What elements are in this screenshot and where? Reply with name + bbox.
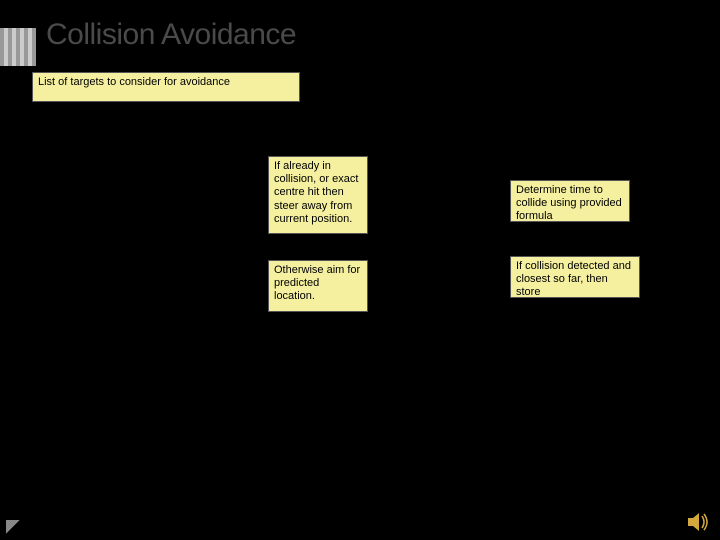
code-line: closest. Time, . . . ); (12, 431, 146, 447)
code-line: } (378, 451, 399, 467)
callout-time-to-collide: Determine time to collide using provided… (510, 180, 630, 222)
callout-closest-store: If collision detected and closest so far… (510, 256, 640, 298)
code-line: float min. Sep = (378, 262, 483, 278)
code-line: Vector rel. Pos = (378, 10, 489, 26)
code-line: float time. To. Collide (378, 178, 516, 194)
code-line: closest. Dist (140, 179, 225, 195)
code-line: } (378, 472, 387, 488)
code-line: return Evade( source. position, . . . ); (12, 347, 259, 363)
code-line: source. velocity * (12, 410, 154, 426)
code-line: target. position – source. position; (378, 31, 615, 47)
code-line: Vector rel. Vel = (378, 52, 484, 68)
code-line: if( closest. Target == null ) return; (12, 263, 228, 279)
code-line: target. velocity – source. velocity; (378, 73, 612, 89)
code-line: = null; (163, 137, 206, 153)
code-line: Object (12, 137, 62, 153)
callout-collision-steer: If already in collision, or exact centre… (268, 156, 368, 234)
callout-targets-list: List of targets to consider for avoidanc… (32, 72, 300, 102)
code-line: closest. Sep (47, 179, 132, 195)
code-line: // Store closest. Target, (378, 409, 546, 425)
code-block-right: Vector rel. Pos = target. position – sou… (378, 8, 718, 491)
code-line: closest. Target (62, 137, 163, 153)
code-line: = float. max; (139, 158, 222, 174)
page-corner-icon (6, 520, 20, 534)
code-line: float rel. Distance = rel. Pos. length()… (378, 136, 621, 152)
sound-icon[interactable] (688, 512, 712, 532)
code-line: , (132, 179, 140, 195)
code-line: float (12, 158, 47, 174)
code-line: // Determine closest target (12, 221, 197, 237)
callout-predicted-location: Otherwise aim for predicted location. (268, 260, 368, 312)
code-line: time. To. Collide < closest. Time ) { (378, 388, 624, 404)
code-line: closest. Time (47, 158, 139, 174)
code-line: target. radius ) (378, 346, 476, 362)
code-line: source. radius + (12, 305, 140, 321)
code-line: closest. Target. radius ) (12, 326, 166, 342)
code-line: closest. Time; (378, 304, 471, 320)
slide-title: Collision Avoidance (46, 18, 296, 52)
code-line: float rel. Speed = rel. Vel. length(); (378, 115, 602, 131)
code-line: if( min. Sep < source. radius + (378, 325, 575, 341)
code-line: if( time. To. Collide > 0 AND (378, 367, 568, 383)
code-line: / (rel. Speed * rel. Speed ); (378, 220, 586, 236)
code-line: float (12, 179, 47, 195)
code-line: closest. Time, . . . (378, 430, 495, 446)
code-line: return Evade( source. position + (12, 389, 230, 405)
side-tabs-decor (0, 28, 36, 66)
code-line: else { (12, 368, 52, 384)
code-line: } (12, 452, 21, 468)
code-line: if( closest. Sep <= 0 || closest. Dist < (12, 284, 250, 300)
